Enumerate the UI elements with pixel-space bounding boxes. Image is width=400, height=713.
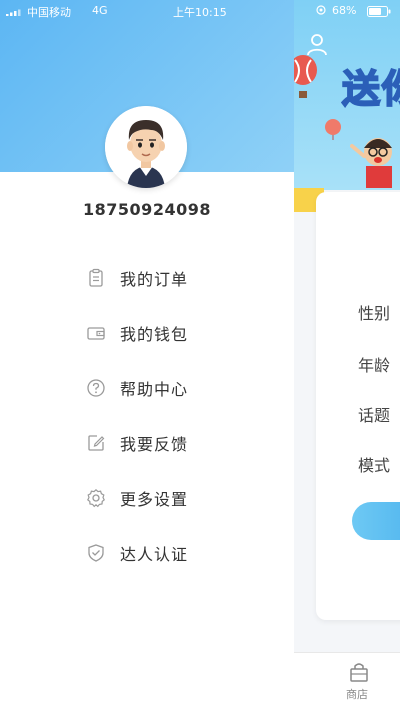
menu-label-orders: 我的订单 (120, 270, 189, 289)
cartoon-character-icon (350, 138, 392, 188)
battery-icon (367, 6, 391, 17)
settings-gear-icon (86, 488, 106, 508)
status-bar: 中国移动 4G 上午10:15 68% (0, 0, 400, 22)
menu-item-wallet[interactable]: 我的钱包 (86, 313, 266, 353)
field-age-label: 年龄 (358, 356, 391, 375)
menu-label-settings: 更多设置 (120, 490, 189, 509)
verify-shield-icon (86, 543, 106, 563)
menu-label-wallet: 我的钱包 (120, 325, 189, 344)
carrier-name: 中国移动 (27, 6, 71, 19)
username: 18750924098 (83, 200, 211, 219)
menu-label-feedback: 我要反馈 (120, 435, 189, 454)
menu-item-help[interactable]: 帮助中心 (86, 368, 266, 408)
location-icon (316, 5, 326, 15)
small-balloon-icon (325, 119, 341, 140)
signal-icon (6, 9, 21, 16)
field-gender-label: 性别 (358, 304, 391, 323)
boy-avatar-icon (105, 106, 187, 188)
avatar[interactable] (105, 106, 187, 188)
field-topic-label: 话题 (358, 406, 391, 425)
bottom-tab-bar (294, 652, 400, 713)
battery-percent: 68% (332, 4, 357, 17)
network-type: 4G (92, 4, 108, 17)
hot-air-balloon-icon (294, 55, 317, 98)
field-mode-label: 模式 (358, 456, 391, 475)
background-page: 送你 性别 年龄 话题 模式 商店 (294, 0, 400, 713)
feedback-edit-icon (86, 433, 106, 453)
menu-item-settings[interactable]: 更多设置 (86, 478, 266, 518)
menu-item-feedback[interactable]: 我要反馈 (86, 423, 266, 463)
help-question-icon (86, 378, 106, 398)
order-clipboard-icon (86, 268, 106, 288)
side-drawer: 18750924098 我的订单 我的钱包 帮助中心 我要反馈 更多设置 达人认… (0, 0, 294, 713)
user-icon[interactable] (306, 32, 328, 56)
banner-title: 送你 (341, 66, 400, 112)
status-time: 上午10:15 (173, 6, 227, 19)
start-button[interactable] (352, 502, 400, 540)
wallet-icon (86, 323, 106, 343)
menu-item-verify[interactable]: 达人认证 (86, 533, 266, 573)
tab-shop-label[interactable]: 商店 (346, 686, 368, 702)
menu-label-verify: 达人认证 (120, 545, 189, 564)
shop-bag-icon[interactable] (348, 661, 370, 683)
menu-label-help: 帮助中心 (120, 380, 189, 399)
menu-item-orders[interactable]: 我的订单 (86, 258, 266, 298)
